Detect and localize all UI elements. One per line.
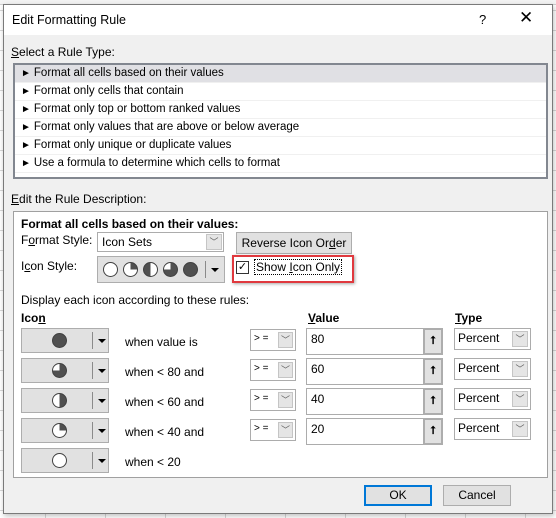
arrow-icon: ►	[21, 68, 31, 79]
three-quarter-circle-icon	[163, 262, 178, 277]
chevron-down-icon: ﹀	[278, 422, 293, 438]
operator-select[interactable]: > = ﹀	[250, 389, 296, 411]
half-circle-icon	[52, 393, 67, 408]
empty-circle-icon	[52, 453, 67, 468]
value-input[interactable]: 60 ⭡	[306, 358, 443, 385]
ok-button[interactable]: OK	[364, 485, 432, 506]
rule-condition-text: when < 80 and	[125, 365, 205, 379]
dialog-title: Edit Formatting Rule	[12, 13, 126, 27]
value-input[interactable]: 40 ⭡	[306, 388, 443, 415]
separator	[92, 452, 93, 469]
chevron-down-icon: ﹀	[512, 361, 528, 377]
rule-type-item[interactable]: ► Use a formula to determine which cells …	[15, 155, 546, 173]
show-icon-only-checkbox[interactable]: ✓	[236, 261, 249, 274]
type-select[interactable]: Percent ﹀	[454, 388, 531, 410]
arrow-icon: ►	[21, 158, 31, 169]
quarter-circle-icon	[52, 423, 67, 438]
chevron-down-icon: ﹀	[278, 362, 293, 378]
show-icon-only-label[interactable]: Show Icon Only	[254, 259, 343, 275]
chevron-down-icon: ﹀	[512, 331, 528, 347]
arrow-icon: ►	[21, 86, 31, 97]
empty-circle-icon	[103, 262, 118, 277]
type-select[interactable]: Percent ﹀	[454, 328, 531, 350]
dropdown-arrow-icon	[98, 339, 106, 343]
dropdown-arrow-icon	[211, 268, 219, 272]
icon-column-header: Icon	[21, 311, 46, 325]
half-circle-icon	[143, 262, 158, 277]
dropdown-arrow-icon	[98, 369, 106, 373]
cancel-button[interactable]: Cancel	[443, 485, 511, 506]
separator	[92, 332, 93, 349]
rule-condition-text: when < 40 and	[125, 425, 205, 439]
rule-condition-text: when value is	[125, 335, 198, 349]
range-select-icon[interactable]: ⭡	[423, 358, 443, 385]
full-circle-icon	[52, 333, 67, 348]
chevron-down-icon: ﹀	[206, 234, 222, 250]
checkmark-icon: ✓	[237, 261, 248, 273]
edit-formatting-rule-dialog: Edit Formatting Rule ? ✕ Select a Rule T…	[3, 4, 553, 514]
value-input[interactable]: 80 ⭡	[306, 328, 443, 355]
rule-type-item[interactable]: ► Format only top or bottom ranked values	[15, 101, 546, 119]
rule-icon-picker[interactable]	[21, 388, 109, 413]
arrow-icon: ►	[21, 104, 31, 115]
type-select[interactable]: Percent ﹀	[454, 418, 531, 440]
operator-select[interactable]: > = ﹀	[250, 419, 296, 441]
rule-condition-text: when < 60 and	[125, 395, 205, 409]
separator	[92, 422, 93, 439]
chevron-down-icon: ﹀	[512, 421, 528, 437]
format-style-select[interactable]: Icon Sets ﹀	[97, 232, 224, 252]
arrow-icon: ►	[21, 122, 31, 133]
icon-style-label: Icon Style:	[21, 259, 78, 273]
range-select-icon[interactable]: ⭡	[423, 418, 443, 445]
dropdown-arrow-icon	[98, 429, 106, 433]
rule-icon-picker[interactable]	[21, 358, 109, 383]
operator-select[interactable]: > = ﹀	[250, 329, 296, 351]
range-select-icon[interactable]: ⭡	[423, 328, 443, 355]
separator	[205, 261, 206, 278]
chevron-down-icon: ﹀	[512, 391, 528, 407]
rule-type-list[interactable]: ► Format all cells based on their values …	[13, 63, 548, 179]
value-input[interactable]: 20 ⭡	[306, 418, 443, 445]
value-column-header: Value	[308, 311, 340, 325]
type-column-header: Type	[455, 311, 483, 325]
icon-style-picker[interactable]	[97, 256, 225, 283]
full-circle-icon	[183, 262, 198, 277]
rule-icon-picker[interactable]	[21, 418, 109, 443]
rule-type-item[interactable]: ► Format only unique or duplicate values	[15, 137, 546, 155]
operator-select[interactable]: > = ﹀	[250, 359, 296, 381]
type-select[interactable]: Percent ﹀	[454, 358, 531, 380]
chevron-down-icon: ﹀	[278, 332, 293, 348]
quarter-circle-icon	[123, 262, 138, 277]
display-rules-label: Display each icon according to these rul…	[21, 293, 250, 307]
range-select-icon[interactable]: ⭡	[423, 388, 443, 415]
rule-icon-picker[interactable]	[21, 448, 109, 473]
three-quarter-circle-icon	[52, 363, 67, 378]
format-style-label: Format Style:	[21, 233, 93, 247]
rule-type-item[interactable]: ► Format only cells that contain	[15, 83, 546, 101]
select-rule-type-label: Select a Rule Type:	[11, 45, 115, 59]
rule-type-item[interactable]: ► Format all cells based on their values	[15, 65, 546, 83]
rule-condition-text: when < 20	[125, 455, 181, 469]
dropdown-arrow-icon	[98, 459, 106, 463]
reverse-icon-order-button[interactable]: Reverse Icon Order	[236, 232, 352, 254]
arrow-icon: ►	[21, 140, 31, 151]
rule-icon-picker[interactable]	[21, 328, 109, 353]
description-heading: Format all cells based on their values:	[21, 217, 239, 231]
separator	[92, 362, 93, 379]
title-bar: Edit Formatting Rule ? ✕	[4, 5, 552, 35]
chevron-down-icon: ﹀	[278, 392, 293, 408]
close-icon[interactable]: ✕	[519, 8, 533, 28]
edit-rule-description-label: Edit the Rule Description:	[11, 192, 147, 206]
help-button[interactable]: ?	[479, 12, 486, 27]
rule-type-item[interactable]: ► Format only values that are above or be…	[15, 119, 546, 137]
separator	[92, 392, 93, 409]
dropdown-arrow-icon	[98, 399, 106, 403]
